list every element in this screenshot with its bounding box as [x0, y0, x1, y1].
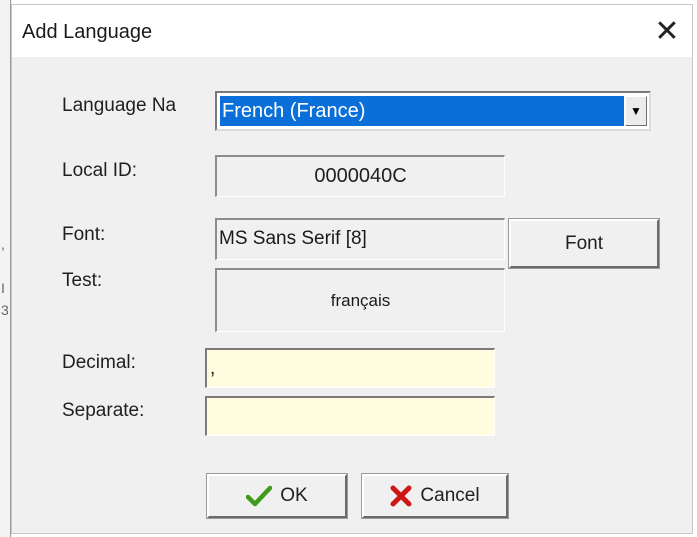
local-id-value: 0000040C	[215, 155, 505, 197]
chevron-down-icon: ▼	[630, 104, 642, 118]
x-mark-icon	[390, 485, 412, 507]
background-glyph: 3	[1, 302, 9, 318]
title-bar: Add Language ✕	[12, 5, 692, 57]
test-preview: français	[215, 268, 505, 332]
language-name-label: Language Na	[62, 95, 177, 116]
cancel-button[interactable]: Cancel	[361, 473, 509, 519]
ok-button[interactable]: OK	[206, 473, 348, 519]
language-select-value: French (France)	[220, 96, 624, 126]
close-icon: ✕	[654, 14, 680, 48]
dialog-title: Add Language	[22, 21, 153, 43]
local-id-label: Local ID:	[62, 160, 137, 181]
font-button[interactable]: Font	[508, 218, 660, 269]
ok-button-label: OK	[280, 485, 308, 506]
check-icon	[246, 485, 273, 507]
font-value: MS Sans Serif [8]	[215, 218, 505, 260]
decimal-label: Decimal:	[62, 352, 136, 373]
separate-input[interactable]	[205, 396, 495, 436]
font-button-label: Font	[564, 232, 604, 254]
close-button[interactable]: ✕	[642, 5, 692, 57]
dropdown-button[interactable]: ▼	[625, 96, 647, 126]
test-label: Test:	[62, 270, 103, 291]
decimal-input[interactable]: ,	[205, 348, 495, 388]
cancel-button-label: Cancel	[420, 485, 480, 506]
font-label: Font:	[62, 224, 106, 245]
add-language-dialog: Add Language ✕ Language Na French (Franc…	[11, 4, 693, 534]
separate-label: Separate:	[62, 400, 145, 421]
background-glyph: ,	[1, 236, 5, 252]
background-glyph: I	[1, 280, 5, 296]
language-select[interactable]: French (France) ▼	[215, 91, 651, 131]
